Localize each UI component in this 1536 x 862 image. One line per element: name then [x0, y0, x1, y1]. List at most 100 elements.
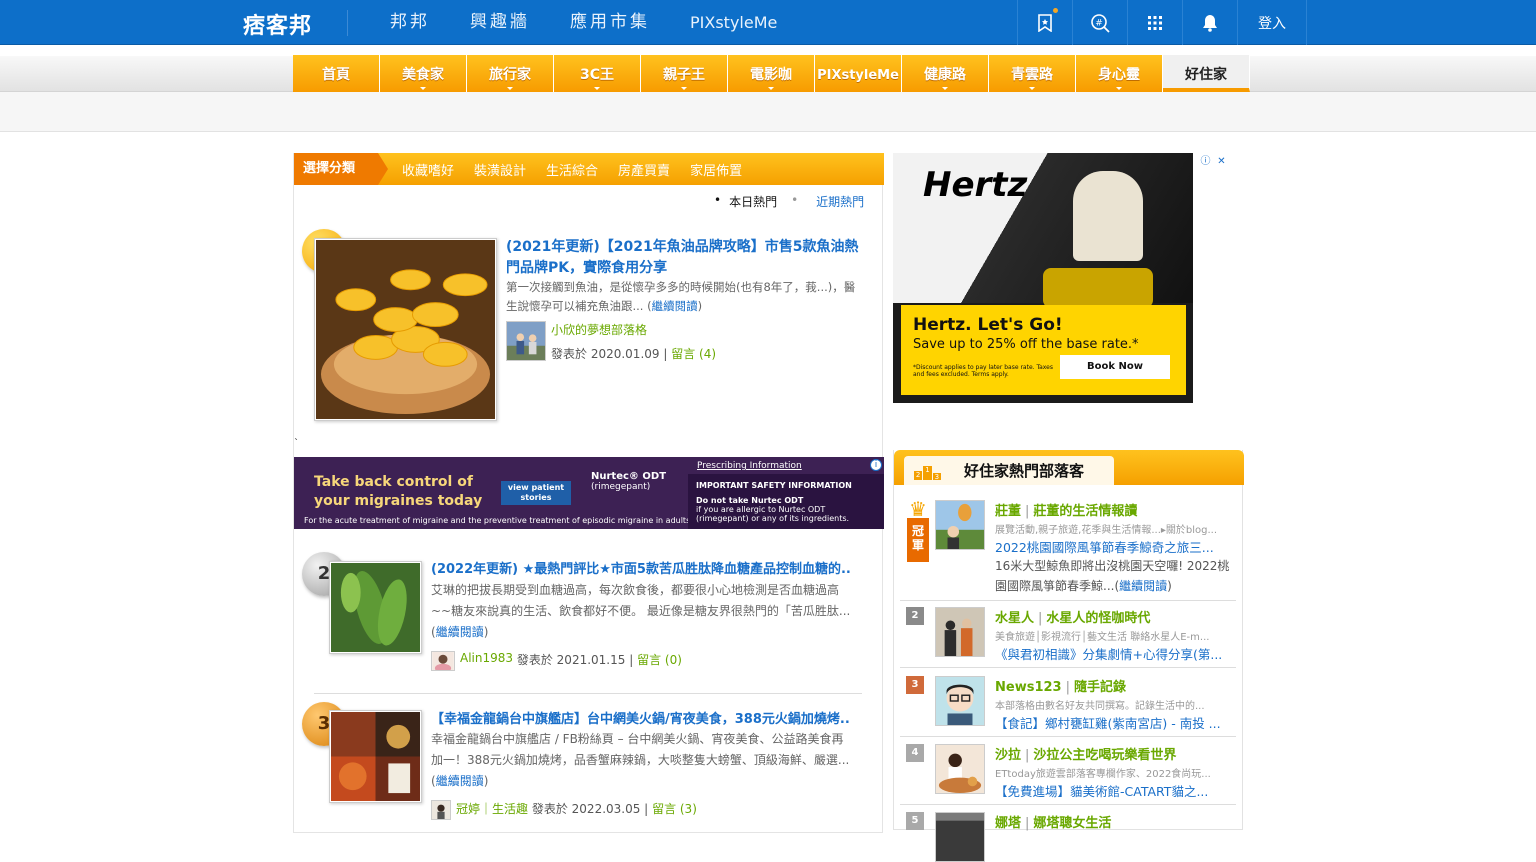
bell-icon[interactable] [1182, 0, 1237, 45]
hashtag-search-icon[interactable]: # [1072, 0, 1127, 45]
comment-count[interactable]: 留言 (0) [637, 651, 682, 668]
read-more-link[interactable]: 繼續閱讀 [436, 774, 484, 788]
author-name[interactable]: 小欣的夢想部落格 [551, 321, 716, 338]
chevron-down-icon [507, 87, 513, 90]
hertz-logo: Hertz [923, 165, 1028, 205]
login-button[interactable]: 登入 [1237, 0, 1307, 45]
top-nav-pixstyleme[interactable]: PIXstyleMe [690, 0, 777, 45]
author-avatar[interactable] [431, 651, 455, 671]
category-label: 健康路 [924, 67, 966, 83]
blogger-name-line: 水星人 | 水星人的怪咖時代 [995, 607, 1150, 626]
subcategory-bar: 選擇分類 收藏嗜好 裝潢設計 生活綜合 房產買賣 家居佈置 [294, 153, 884, 185]
bullet: • [714, 193, 722, 207]
article-thumbnail[interactable] [314, 238, 497, 421]
category-tab-movie[interactable]: 電影咖 [728, 55, 815, 92]
author-avatar[interactable] [506, 321, 546, 361]
blogger-name[interactable]: News123 [995, 680, 1062, 695]
chevron-down-icon [1029, 87, 1035, 90]
excerpt-text: 幸福金龍鍋台中旗艦店 / FB粉絲頁 – 台中網美火鍋、宵夜美食、公益路美食再加… [431, 732, 850, 788]
book-now-button[interactable]: Book Now [1060, 355, 1170, 379]
top-nav-interest-wall[interactable]: 興趣牆 [470, 0, 530, 45]
blog-name[interactable]: 水星人的怪咖時代 [1046, 611, 1150, 626]
isi-title: IMPORTANT SAFETY INFORMATION [696, 481, 852, 490]
category-label: 好住家 [1185, 67, 1227, 83]
comment-count[interactable]: 留言 (3) [652, 800, 697, 817]
isi-line1: Do not take Nurtec ODT [696, 496, 804, 505]
subcategory-real-estate[interactable]: 房產買賣 [618, 160, 670, 179]
category-label: 電影咖 [750, 67, 792, 83]
excerpt-end: ) [697, 299, 703, 313]
author-name[interactable]: Alin1983 [460, 651, 513, 665]
close-icon[interactable]: ✕ [1215, 155, 1228, 168]
article-thumbnail[interactable] [329, 561, 422, 654]
category-tab-health[interactable]: 健康路 [902, 55, 989, 92]
logo-text: 痞客邦 [243, 14, 313, 39]
article-author: 冠婷｜生活趣 發表於 2022.03.05 | 留言 (3) [431, 800, 697, 820]
ad-info-icon[interactable]: i [870, 459, 882, 471]
category-tab-food[interactable]: 美食家 [380, 55, 467, 92]
comment-count[interactable]: 留言 (4) [671, 347, 716, 361]
subcategory-decoration[interactable]: 裝潢設計 [474, 160, 526, 179]
blogger-name[interactable]: 莊董 [995, 504, 1021, 519]
bookmark-icon[interactable] [1017, 0, 1072, 45]
latest-post-link[interactable]: 2022桃園國際風箏節春季鯨奇之旅三... [995, 537, 1231, 556]
category-tab-pixstyleme[interactable]: PIXstyleMe [815, 55, 902, 92]
category-tab-3c[interactable]: 3C王 [554, 55, 641, 92]
latest-post-link[interactable]: 【食記】鄉村甕缸雞(紫南宮店) - 南投 ... [995, 713, 1231, 732]
nurtec-logo: Nurtec® ODT (rimegepant) [591, 471, 666, 492]
blogger-avatar[interactable] [935, 607, 985, 657]
svg-text:#: # [1095, 18, 1103, 28]
latest-post-link[interactable]: 【免費進場】貓美術館-CATART貓之... [995, 781, 1231, 800]
article-author: Alin1983 發表於 2021.01.15 | 留言 (0) [431, 651, 682, 671]
subcategory-collecting[interactable]: 收藏嗜好 [402, 160, 454, 179]
tab-recent-hot[interactable]: 近期熱門 [816, 193, 864, 210]
article-excerpt: 艾琳的把拔長期受到血糖過高，每次飲食後，都要很小心地檢測是否血糖過高~~糖友來說… [431, 580, 851, 643]
blog-name[interactable]: 隨手記錄 [1074, 680, 1126, 695]
category-tabs: 首頁 美食家 旅行家 3C王 親子王 電影咖 PIXstyleMe 健康路 青雲… [293, 55, 1250, 92]
blog-name[interactable]: 沙拉公主吃喝玩樂看世界 [1033, 748, 1176, 763]
category-tab-travel[interactable]: 旅行家 [467, 55, 554, 92]
blog-name[interactable]: 莊董的生活情報讀 [1033, 504, 1137, 519]
blogger-avatar[interactable] [935, 500, 985, 550]
prescribing-info-link[interactable]: Prescribing Information [688, 457, 884, 474]
author-name[interactable]: 冠婷｜生活趣 [456, 800, 528, 817]
subcategory-life[interactable]: 生活綜合 [546, 160, 598, 179]
blogger-name[interactable]: 水星人 [995, 611, 1034, 626]
read-more-link[interactable]: 繼續閱讀 [1119, 579, 1167, 593]
safety-info-panel: Prescribing Information IMPORTANT SAFETY… [688, 457, 884, 529]
top-nav-bangbang[interactable]: 邦邦 [390, 0, 430, 45]
subcategory-furnishing[interactable]: 家居佈置 [690, 160, 742, 179]
apps-grid-icon[interactable] [1127, 0, 1182, 45]
ad-info-icon[interactable]: ⓘ [1199, 155, 1212, 168]
nurtec-advertisement[interactable]: Take back control of your migraines today… [294, 457, 884, 529]
article-title[interactable]: (2021年更新)【2021年魚油品牌攻略】市售5款魚油熱門品牌PK，實際食用分… [506, 237, 866, 279]
latest-post-link[interactable]: 《與君初相識》分集劇情+心得分享(第... [995, 644, 1231, 663]
excerpt-text: 艾琳的把拔長期受到血糖過高，每次飲食後，都要很小心地檢測是否血糖過高~~糖友來說… [431, 583, 851, 639]
bullet: • [791, 193, 799, 207]
blogger-avatar[interactable] [935, 812, 985, 862]
podium-icon: 213 [914, 466, 941, 481]
blogger-name[interactable]: 沙拉 [995, 748, 1021, 763]
blogger-avatar[interactable] [935, 744, 985, 794]
category-tab-career[interactable]: 青雲路 [989, 55, 1076, 92]
category-tab-mind[interactable]: 身心靈 [1076, 55, 1163, 92]
top-nav-app-market[interactable]: 應用市集 [570, 0, 650, 45]
read-more-link[interactable]: 繼續閱讀 [436, 625, 484, 639]
author-avatar[interactable] [431, 800, 451, 820]
article-title[interactable]: 【幸福金龍鍋台中旗艦店】台中網美火鍋/宵夜美食，388元火鍋加燒烤... [431, 709, 851, 730]
divider [900, 736, 1236, 737]
blogger-avatar[interactable] [935, 676, 985, 726]
category-label: 青雲路 [1011, 67, 1053, 83]
category-tab-parenting[interactable]: 親子王 [641, 55, 728, 92]
article-title[interactable]: (2022年更新) ★最熱門評比★市面5款苦瓜胜肽降血糖產品控制血糖的... [431, 559, 851, 580]
pixnet-logo[interactable]: 痞客邦 [243, 8, 318, 39]
article-excerpt: 幸福金龍鍋台中旗艦店 / FB粉絲頁 – 台中網美火鍋、宵夜美食、公益路美食再加… [431, 729, 851, 792]
hertz-advertisement[interactable]: Hertz Hertz. Let's Go! Save up to 25% of… [893, 153, 1193, 403]
category-tab-home-living[interactable]: 好住家 [1163, 55, 1250, 92]
article-thumbnail[interactable] [329, 710, 422, 803]
tab-today-hot[interactable]: 本日熱門 [729, 193, 777, 210]
view-patient-stories-button[interactable]: view patient stories [501, 481, 571, 505]
divider [900, 804, 1236, 805]
category-tab-home[interactable]: 首頁 [293, 55, 380, 92]
read-more-link[interactable]: 繼續閱讀 [652, 299, 698, 313]
